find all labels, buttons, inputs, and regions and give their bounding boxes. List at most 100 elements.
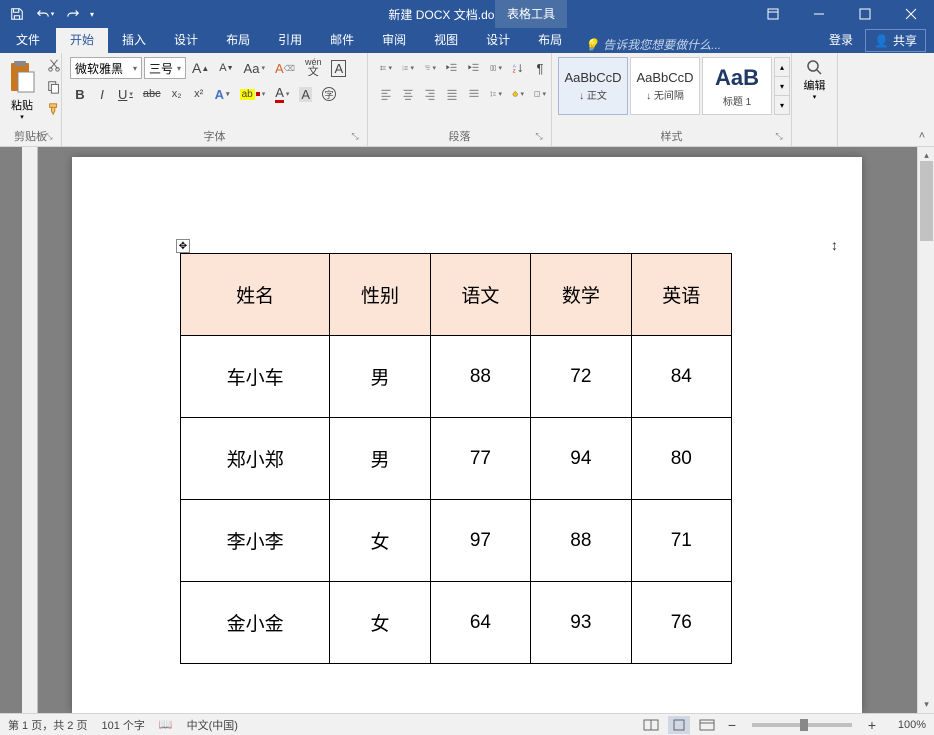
tab-design[interactable]: 设计 (160, 28, 212, 53)
shrink-font-button[interactable]: A▼ (215, 57, 237, 79)
multilevel-list-button[interactable]: ▾ (420, 57, 440, 79)
text-effects-button[interactable]: A▾ (211, 83, 234, 105)
paste-button[interactable]: 粘贴 ▾ (4, 55, 40, 123)
close-button[interactable] (888, 0, 934, 28)
undo-button[interactable]: ▾ (32, 2, 58, 26)
page-count[interactable]: 第 1 页，共 2 页 (8, 717, 87, 733)
tab-view[interactable]: 视图 (420, 28, 472, 53)
table-cell[interactable]: 76 (631, 582, 731, 664)
copy-button[interactable] (44, 77, 64, 97)
distributed-button[interactable] (464, 83, 484, 105)
strikethrough-button[interactable]: abc (139, 83, 165, 105)
table-cell[interactable]: 93 (531, 582, 631, 664)
find-button[interactable]: 编辑 ▾ (802, 55, 828, 105)
minimize-button[interactable] (796, 0, 842, 28)
style-no-spacing[interactable]: AaBbCcD ↓ 无间隔 (630, 57, 700, 115)
styles-launcher[interactable]: ⤡ (773, 131, 785, 143)
table-cell[interactable]: 97 (430, 500, 530, 582)
tell-me-search[interactable]: 💡 告诉我您想要做什么... (576, 36, 729, 53)
vertical-scrollbar[interactable]: ▴ ▾ (917, 147, 934, 713)
table-header-cell[interactable]: 英语 (631, 254, 731, 336)
tab-mailings[interactable]: 邮件 (316, 28, 368, 53)
tab-references[interactable]: 引用 (264, 28, 316, 53)
cut-button[interactable] (44, 55, 64, 75)
table-cell[interactable]: 郑小郑 (181, 418, 330, 500)
scroll-down-button[interactable]: ▾ (918, 696, 934, 713)
table-cell[interactable]: 64 (430, 582, 530, 664)
zoom-level[interactable]: 100% (886, 719, 926, 731)
table-cell[interactable]: 女 (330, 582, 430, 664)
table-cell[interactable]: 车小车 (181, 336, 330, 418)
justify-button[interactable] (442, 83, 462, 105)
font-size-combo[interactable]: 三号▾ (144, 57, 186, 79)
styles-scroll-down[interactable]: ▾ (775, 77, 789, 96)
paragraph-launcher[interactable]: ⤡ (533, 131, 545, 143)
superscript-button[interactable]: x² (189, 83, 209, 105)
subscript-button[interactable]: x₂ (167, 83, 187, 105)
save-button[interactable] (4, 2, 30, 26)
character-shading-button[interactable]: A (295, 83, 316, 105)
decrease-indent-button[interactable] (442, 57, 462, 79)
format-painter-button[interactable] (44, 99, 64, 119)
zoom-out-button[interactable]: − (724, 718, 740, 732)
table-header-cell[interactable]: 性别 (330, 254, 430, 336)
show-marks-button[interactable]: ¶ (530, 57, 550, 79)
italic-button[interactable]: I (92, 83, 112, 105)
zoom-slider[interactable] (752, 723, 852, 727)
table-header-cell[interactable]: 姓名 (181, 254, 330, 336)
sort-button[interactable]: AZ (508, 57, 528, 79)
character-border-button[interactable]: A (327, 57, 350, 79)
align-center-button[interactable] (398, 83, 418, 105)
font-color-button[interactable]: A▾ (271, 83, 293, 105)
increase-indent-button[interactable] (464, 57, 484, 79)
styles-scroll-up[interactable]: ▴ (775, 58, 789, 77)
data-table[interactable]: 姓名 性别 语文 数学 英语 车小车男887284郑小郑男779480李小李女9… (180, 253, 732, 664)
web-layout-button[interactable] (696, 716, 718, 734)
redo-button[interactable] (60, 2, 86, 26)
zoom-slider-thumb[interactable] (800, 719, 808, 731)
scroll-thumb[interactable] (920, 161, 933, 241)
language-status[interactable]: 中文(中国) (187, 717, 238, 733)
tab-table-design[interactable]: 设计 (472, 28, 524, 53)
page[interactable]: ✥ ↕ 姓名 性别 语文 数学 英语 车小车男887284郑小郑男779480李… (72, 157, 862, 713)
table-cell[interactable]: 88 (531, 500, 631, 582)
qat-customize-button[interactable]: ▾ (88, 2, 96, 26)
style-heading-1[interactable]: AaB 标题 1 (702, 57, 772, 115)
tab-file[interactable]: 文件 (0, 28, 56, 53)
tab-insert[interactable]: 插入 (108, 28, 160, 53)
table-cell[interactable]: 李小李 (181, 500, 330, 582)
clear-formatting-button[interactable]: A⌫ (271, 57, 299, 79)
spellcheck-icon[interactable]: 📖 (159, 718, 173, 731)
phonetic-guide-button[interactable]: wén文 (301, 57, 326, 79)
clipboard-launcher[interactable]: ⤡ (43, 131, 55, 143)
enclose-characters-button[interactable]: 字 (318, 83, 340, 105)
align-left-button[interactable] (376, 83, 396, 105)
collapse-ribbon-button[interactable]: ˄ (914, 128, 930, 144)
styles-expand[interactable]: ▾ (775, 96, 789, 114)
table-cell[interactable]: 88 (430, 336, 530, 418)
style-normal[interactable]: AaBbCcD ↓ 正文 (558, 57, 628, 115)
bold-button[interactable]: B (70, 83, 90, 105)
underline-button[interactable]: U▾ (114, 83, 137, 105)
table-cell[interactable]: 71 (631, 500, 731, 582)
line-spacing-button[interactable]: ▾ (486, 83, 506, 105)
table-header-cell[interactable]: 语文 (430, 254, 530, 336)
font-name-combo[interactable]: 微软雅黑▾ (70, 57, 142, 79)
font-launcher[interactable]: ⤡ (349, 131, 361, 143)
object-anchor-icon[interactable]: ↕ (831, 237, 838, 253)
table-cell[interactable]: 72 (531, 336, 631, 418)
bullets-button[interactable]: ▾ (376, 57, 396, 79)
table-cell[interactable]: 金小金 (181, 582, 330, 664)
highlight-button[interactable]: ab▾ (236, 83, 270, 105)
login-button[interactable]: 登录 (821, 28, 861, 53)
table-cell[interactable]: 女 (330, 500, 430, 582)
tab-layout[interactable]: 布局 (212, 28, 264, 53)
shading-button[interactable]: ▾ (508, 83, 528, 105)
table-cell[interactable]: 77 (430, 418, 530, 500)
numbering-button[interactable]: 123▾ (398, 57, 418, 79)
read-mode-button[interactable] (640, 716, 662, 734)
zoom-in-button[interactable]: + (864, 718, 880, 732)
change-case-button[interactable]: Aa▾ (240, 57, 269, 79)
table-cell[interactable]: 男 (330, 418, 430, 500)
vertical-ruler[interactable] (22, 147, 38, 713)
